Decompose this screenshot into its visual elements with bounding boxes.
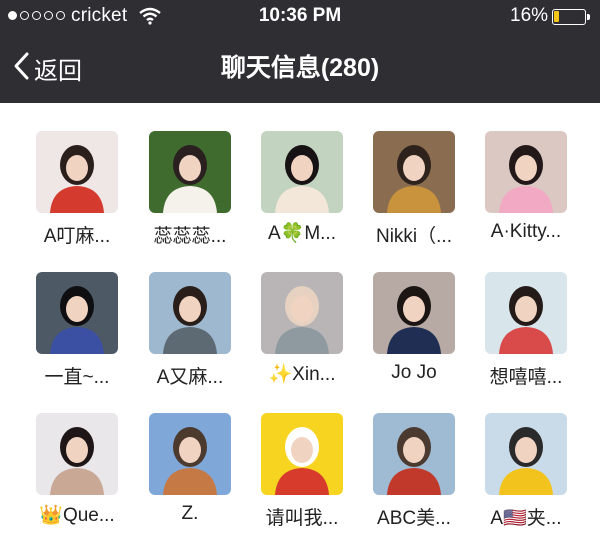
avatar[interactable] xyxy=(36,131,118,213)
back-button[interactable]: 返回 xyxy=(12,34,82,103)
back-label: 返回 xyxy=(34,58,82,85)
battery-percentage: 16% xyxy=(510,5,549,26)
nav-bar: 返回 聊天信息(280) xyxy=(0,34,600,103)
avatar[interactable] xyxy=(261,131,343,213)
avatar[interactable] xyxy=(373,413,455,495)
member-item[interactable]: 一直~... xyxy=(21,244,133,388)
member-item[interactable]: ✨Xin... xyxy=(246,244,358,385)
member-grid: A叮麻... 蕊蕊蕊... A🍀M... Nikki（... A·Kitty... 一直~… xyxy=(0,103,600,538)
avatar[interactable] xyxy=(373,131,455,213)
page-title: 聊天信息(280) xyxy=(220,54,380,82)
member-name: Z. xyxy=(181,503,199,524)
avatar[interactable] xyxy=(373,272,455,354)
member-item[interactable]: ABC美... xyxy=(358,385,470,529)
member-item[interactable]: A又麻... xyxy=(134,244,246,388)
member-item[interactable]: 👑Que... xyxy=(21,385,133,526)
member-item[interactable]: Jo Jo xyxy=(358,244,470,383)
avatar[interactable] xyxy=(149,413,231,495)
avatar[interactable] xyxy=(36,413,118,495)
avatar[interactable] xyxy=(261,272,343,354)
member-item[interactable]: A🇺🇸夹... xyxy=(470,385,582,529)
member-name: Jo Jo xyxy=(391,362,437,383)
member-item[interactable]: Z. xyxy=(134,385,246,524)
battery-icon xyxy=(552,9,586,25)
member-name: ABC美... xyxy=(377,508,451,529)
member-name: A·Kitty... xyxy=(490,221,562,242)
member-item[interactable]: 想嘻嘻... xyxy=(470,244,582,388)
header: cricket 10:36 PM 16% 返回 聊天信息(280) xyxy=(0,0,600,103)
member-item[interactable]: 请叫我... xyxy=(246,385,358,529)
avatar[interactable] xyxy=(149,272,231,354)
chevron-left-icon xyxy=(12,51,30,86)
member-name: ✨Xin... xyxy=(268,364,336,385)
avatar[interactable] xyxy=(485,131,567,213)
member-item[interactable]: Nikki（... xyxy=(358,103,470,247)
avatar[interactable] xyxy=(261,413,343,495)
member-name: 👑Que... xyxy=(39,505,115,526)
member-name: 请叫我... xyxy=(265,508,339,529)
member-item[interactable]: A叮麻... xyxy=(21,103,133,247)
member-name: A🍀M... xyxy=(268,223,336,244)
avatar[interactable] xyxy=(485,413,567,495)
status-bar: cricket 10:36 PM 16% xyxy=(0,0,600,34)
avatar[interactable] xyxy=(36,272,118,354)
member-item[interactable]: 蕊蕊蕊... xyxy=(134,103,246,247)
avatar[interactable] xyxy=(485,272,567,354)
battery-tip xyxy=(587,14,590,20)
member-name: A🇺🇸夹... xyxy=(490,508,562,529)
member-item[interactable]: A·Kitty... xyxy=(470,103,582,242)
avatar[interactable] xyxy=(149,131,231,213)
member-item[interactable]: A🍀M... xyxy=(246,103,358,244)
